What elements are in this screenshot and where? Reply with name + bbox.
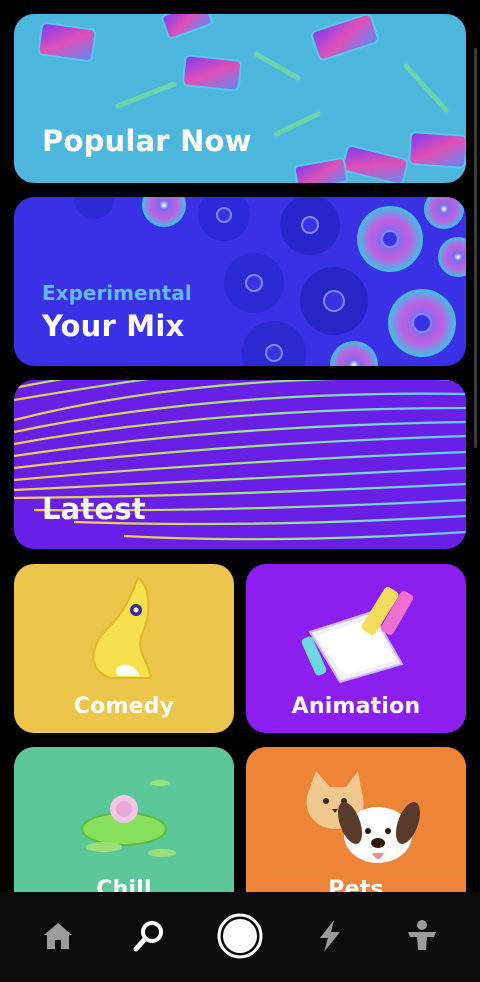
chill-card[interactable]: Chill: [14, 747, 234, 892]
banana-illustration: [92, 576, 152, 679]
nav-search[interactable]: [121, 908, 177, 964]
scrollbar[interactable]: [474, 48, 477, 448]
card-title: Latest: [42, 492, 146, 526]
bottom-navigation: [0, 892, 480, 982]
search-icon: [133, 921, 163, 952]
your-mix-card[interactable]: Experimental Your Mix: [14, 197, 466, 366]
home-icon: [44, 923, 72, 949]
card-title: Chill: [96, 877, 152, 892]
nav-home[interactable]: [30, 908, 86, 964]
nav-profile[interactable]: [394, 908, 450, 964]
profile-icon: [408, 920, 436, 950]
popular-now-card[interactable]: Popular Now: [14, 14, 466, 183]
pets-illustration: [306, 771, 421, 863]
latest-card[interactable]: Latest: [14, 380, 466, 549]
record-icon: [217, 913, 263, 959]
card-subtitle: Experimental: [42, 281, 192, 305]
category-grid: Popular Now Experimental Your Mix Latest…: [0, 0, 480, 892]
lightning-icon: [320, 920, 340, 952]
animation-card[interactable]: Animation: [246, 564, 466, 733]
nav-lightning[interactable]: [302, 908, 358, 964]
card-title: Popular Now: [42, 124, 252, 158]
lilypad-illustration: [81, 780, 176, 857]
notebook-illustration: [301, 587, 414, 684]
card-title: Animation: [291, 694, 421, 719]
comedy-card[interactable]: Comedy: [14, 564, 234, 733]
nav-record[interactable]: [212, 908, 268, 964]
pets-card[interactable]: Pets: [246, 747, 466, 892]
card-title: Your Mix: [42, 309, 185, 343]
card-title: Pets: [328, 877, 384, 892]
card-title: Comedy: [73, 694, 175, 719]
